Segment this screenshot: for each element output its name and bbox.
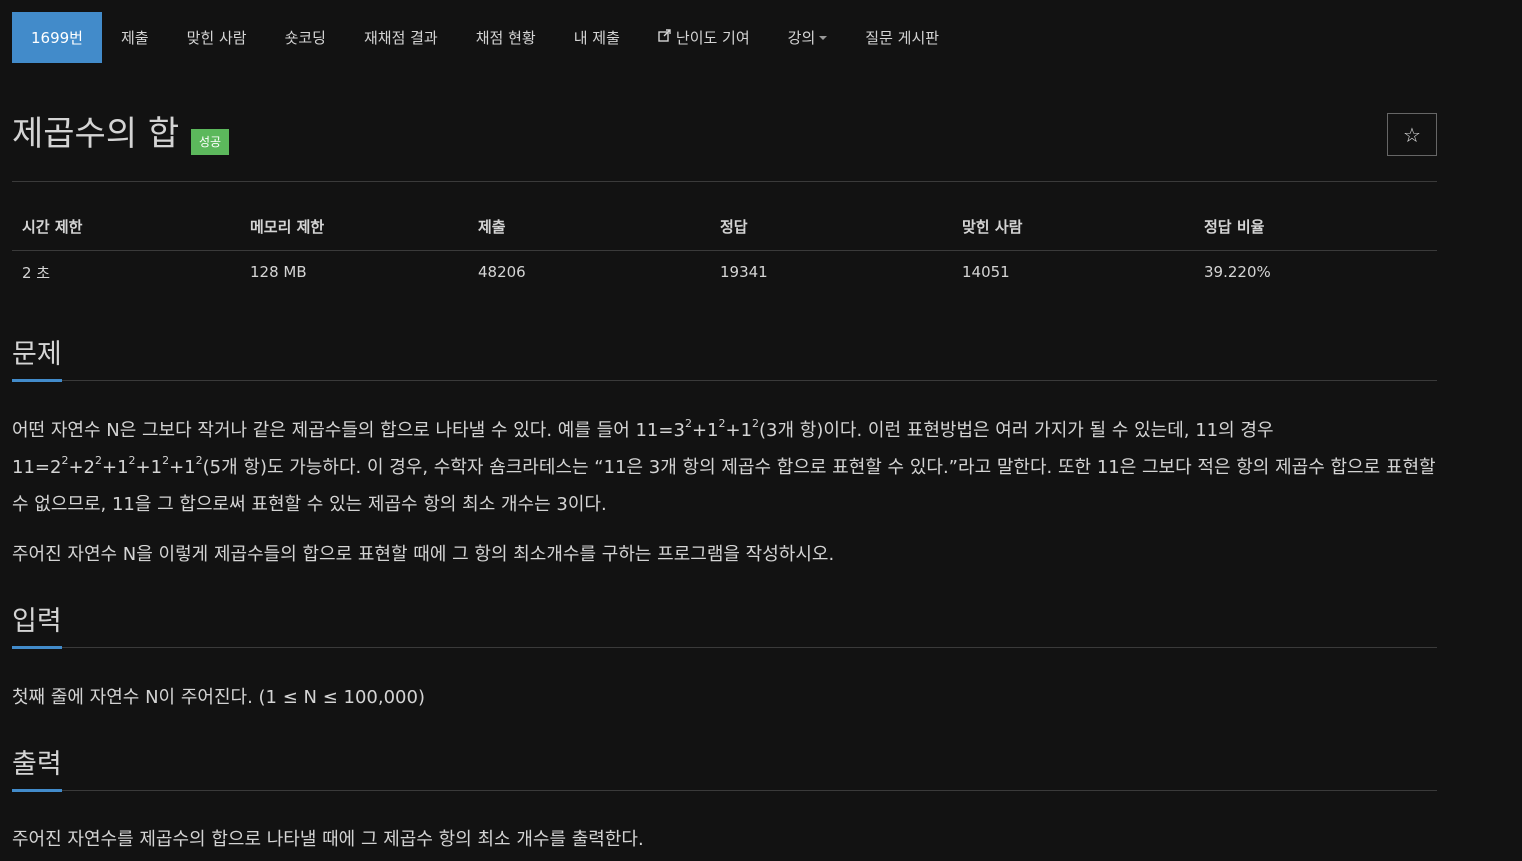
nav-label: 재채점 결과 <box>363 29 438 47</box>
nav-submit[interactable]: 제출 <box>102 12 168 63</box>
problem-section-header: 문제 <box>12 337 1437 382</box>
page-title: 제곱수의 합 <box>12 114 180 154</box>
time-limit-value: 2 초 <box>22 263 51 282</box>
problem-info-table: 시간 제한 메모리 제한 제출 정답 맞힌 사람 정답 비율 2 초 128 M… <box>12 204 1437 294</box>
external-link-icon <box>658 29 671 46</box>
header-submissions: 제출 <box>468 204 710 251</box>
nav-label: 1699번 <box>31 29 83 47</box>
output-description: 주어진 자연수를 제곱수의 합으로 나타낼 때에 그 제곱수 항의 최소 개수를… <box>12 829 644 850</box>
nav-label: 강의 <box>787 29 816 47</box>
submissions-value: 48206 <box>478 263 526 282</box>
accept-ratio-value: 39.220% <box>1204 263 1271 282</box>
nav-label: 질문 게시판 <box>865 29 940 47</box>
problem-nav: 1699번 제출 맞힌 사람 숏코딩 재채점 결과 채점 현황 내 제출 난이도… <box>12 12 958 63</box>
header-accepted: 정답 <box>710 204 952 251</box>
caret-down-icon <box>819 35 828 40</box>
nav-label: 채점 현황 <box>475 29 536 47</box>
nav-difficulty-contribution[interactable]: 난이도 기여 <box>639 12 769 63</box>
header-solved-users: 맞힌 사람 <box>952 204 1194 251</box>
nav-label: 숏코딩 <box>284 29 326 47</box>
output-section-header: 출력 <box>12 747 1437 792</box>
nav-solved-users[interactable]: 맞힌 사람 <box>168 12 266 63</box>
favorite-button[interactable]: ☆ <box>1387 113 1437 156</box>
memory-limit-value: 128 MB <box>250 263 307 282</box>
nav-lectures-dropdown[interactable]: 강의 <box>769 12 847 63</box>
nav-question-board[interactable]: 질문 게시판 <box>846 12 958 63</box>
output-heading: 출력 <box>12 747 62 792</box>
problem-description: 어떤 자연수 N은 그보다 작거나 같은 제곱수들의 합으로 나타낼 수 있다.… <box>12 417 1436 515</box>
header-accept-ratio: 정답 비율 <box>1194 204 1437 251</box>
table-row: 2 초 128 MB 48206 19341 14051 39.220% <box>12 250 1437 294</box>
header-memory-limit: 메모리 제한 <box>240 204 468 251</box>
star-icon: ☆ <box>1403 122 1421 147</box>
input-description: 첫째 줄에 자연수 N이 주어진다. (1 ≤ N ≤ 100,000) <box>12 687 425 708</box>
problem-task: 주어진 자연수 N을 이렇게 제곱수들의 합으로 표현할 때에 그 항의 최소개… <box>12 544 835 565</box>
input-heading: 입력 <box>12 604 62 649</box>
nav-label: 맞힌 사람 <box>186 29 247 47</box>
header-time-limit: 시간 제한 <box>12 204 240 251</box>
solved-users-value: 14051 <box>962 263 1010 282</box>
nav-my-submissions[interactable]: 내 제출 <box>555 12 639 63</box>
title-divider <box>12 181 1437 182</box>
input-section-header: 입력 <box>12 604 1437 649</box>
nav-label: 난이도 기여 <box>675 29 750 47</box>
nav-label: 제출 <box>120 29 149 47</box>
nav-judge-status[interactable]: 채점 현황 <box>457 12 555 63</box>
nav-rejudge-results[interactable]: 재채점 결과 <box>345 12 457 63</box>
nav-short-coding[interactable]: 숏코딩 <box>266 12 345 63</box>
table-header-row: 시간 제한 메모리 제한 제출 정답 맞힌 사람 정답 비율 <box>12 204 1437 251</box>
status-badge: 성공 <box>191 129 230 155</box>
accepted-value: 19341 <box>720 263 768 282</box>
problem-page: 1699번 제출 맞힌 사람 숏코딩 재채점 결과 채점 현황 내 제출 난이도… <box>0 0 1522 861</box>
title-row: 제곱수의 합 성공 ☆ <box>12 112 1437 162</box>
problem-heading: 문제 <box>12 337 62 382</box>
nav-label: 내 제출 <box>573 29 620 47</box>
nav-problem-number[interactable]: 1699번 <box>12 12 102 63</box>
